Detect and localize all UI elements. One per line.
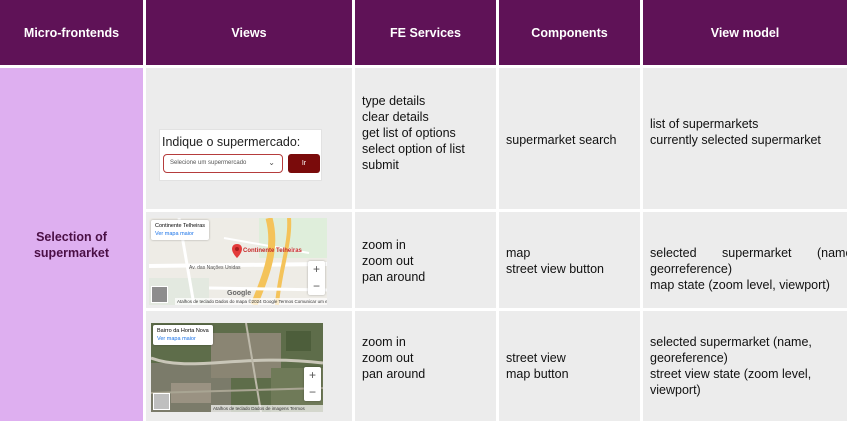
view-model-item: street view state (zoom level,: [650, 367, 812, 381]
fe-service-item: zoom out: [362, 254, 414, 268]
satellite-attribution: Atalhos de teclado Dados de imagens Term…: [211, 405, 323, 412]
satellite-place-name: Bairro da Horta Nova: [157, 328, 209, 334]
google-logo: Google: [227, 290, 252, 297]
satellite-zoom-controls: + −: [304, 367, 321, 401]
satellite-place-card: Bairro da Horta Nova Ver mapa maior: [153, 325, 213, 345]
view-model-item: georreference): [650, 262, 732, 276]
row3-view-model-cell: selected supermarket (name, georeference…: [643, 311, 847, 421]
fe-service-item: zoom in: [362, 335, 406, 349]
fe-service-item: zoom out: [362, 351, 414, 365]
map-pin-label: Continente Telheiras: [243, 248, 302, 254]
view-model-item: georeference): [650, 351, 728, 365]
header-components: Components: [499, 0, 640, 65]
header-views: Views: [146, 0, 352, 65]
satellite-larger-link[interactable]: Ver mapa maior: [157, 335, 209, 343]
map-street-label: Av. das Nações Unidas: [189, 265, 241, 271]
component-item: map button: [506, 367, 569, 381]
map-attribution: Atalhos de teclado Dados do mapa ©2024 G…: [175, 298, 327, 305]
fe-service-item: submit: [362, 158, 399, 172]
component-item: street view button: [506, 262, 604, 276]
row3-fe-services-cell: zoom in zoom out pan around: [355, 311, 496, 421]
row3-components-cell: street view map button: [499, 311, 640, 421]
fe-service-item: select option of list: [362, 142, 465, 156]
component-item: map: [506, 246, 531, 260]
view-model-item: viewport): [650, 383, 701, 397]
row1-components-cell: supermarket search: [499, 68, 640, 209]
view-model-item: currently selected supermarket: [650, 133, 821, 147]
supermarket-search-widget: Indique o supermercado: Selecione um sup…: [159, 129, 322, 181]
header-fe-services: FE Services: [355, 0, 496, 65]
view-model-item: selected supermarket (name,: [650, 246, 847, 260]
micro-frontend-name-line2: supermarket: [33, 245, 110, 260]
supermarket-search-label: Indique o supermercado:: [162, 135, 301, 149]
row2-view-model-cell: selected supermarket (name, georreferenc…: [643, 212, 847, 308]
fe-service-item: get list of options: [362, 126, 456, 140]
component-item: supermarket search: [506, 133, 617, 147]
fe-service-item: pan around: [362, 270, 426, 284]
map-view-button[interactable]: [153, 393, 170, 410]
map-larger-link[interactable]: Ver mapa maior: [155, 230, 205, 238]
street-view-button[interactable]: [151, 286, 168, 303]
row1-fe-services-cell: type details clear details get list of o…: [355, 68, 496, 209]
zoom-out-button[interactable]: −: [304, 384, 321, 401]
map-zoom-controls: + −: [308, 261, 325, 295]
micro-frontend-name-line1: Selection of: [36, 229, 107, 244]
zoom-out-button[interactable]: −: [308, 278, 325, 295]
go-button[interactable]: Ir: [288, 154, 320, 173]
row2-fe-services-cell: zoom in zoom out pan around: [355, 212, 496, 308]
street-map[interactable]: Continente Telheiras Ver mapa maior Cont…: [149, 218, 327, 305]
map-pin-icon: [232, 244, 242, 258]
supermarket-select[interactable]: Selecione um supermercado ⌄: [163, 154, 283, 173]
fe-service-item: clear details: [362, 110, 429, 124]
fe-service-item: pan around: [362, 367, 426, 381]
component-item: street view: [506, 351, 566, 365]
view-model-item: map state (zoom level, viewport): [650, 278, 830, 292]
header-micro-frontends: Micro-frontends: [0, 0, 143, 65]
view-model-item: selected supermarket (name,: [650, 335, 812, 349]
map-place-name: Continente Telheiras: [155, 223, 206, 229]
row2-components-cell: map street view button: [499, 212, 640, 308]
satellite-map[interactable]: Bairro da Horta Nova Ver mapa maior + − …: [151, 323, 323, 412]
map-place-card: Continente Telheiras Ver mapa maior: [151, 220, 210, 240]
view-model-item: list of supermarkets: [650, 117, 759, 131]
micro-frontend-cell: Selection of supermarket: [0, 68, 143, 421]
supermarket-select-placeholder: Selecione um supermercado: [170, 160, 247, 166]
zoom-in-button[interactable]: +: [304, 367, 321, 384]
chevron-down-icon: ⌄: [268, 158, 275, 167]
fe-service-item: type details: [362, 94, 426, 108]
fe-service-item: zoom in: [362, 238, 406, 252]
header-view-model: View model: [643, 0, 847, 65]
zoom-in-button[interactable]: +: [308, 261, 325, 278]
row1-view-model-cell: list of supermarkets currently selected …: [643, 68, 847, 209]
